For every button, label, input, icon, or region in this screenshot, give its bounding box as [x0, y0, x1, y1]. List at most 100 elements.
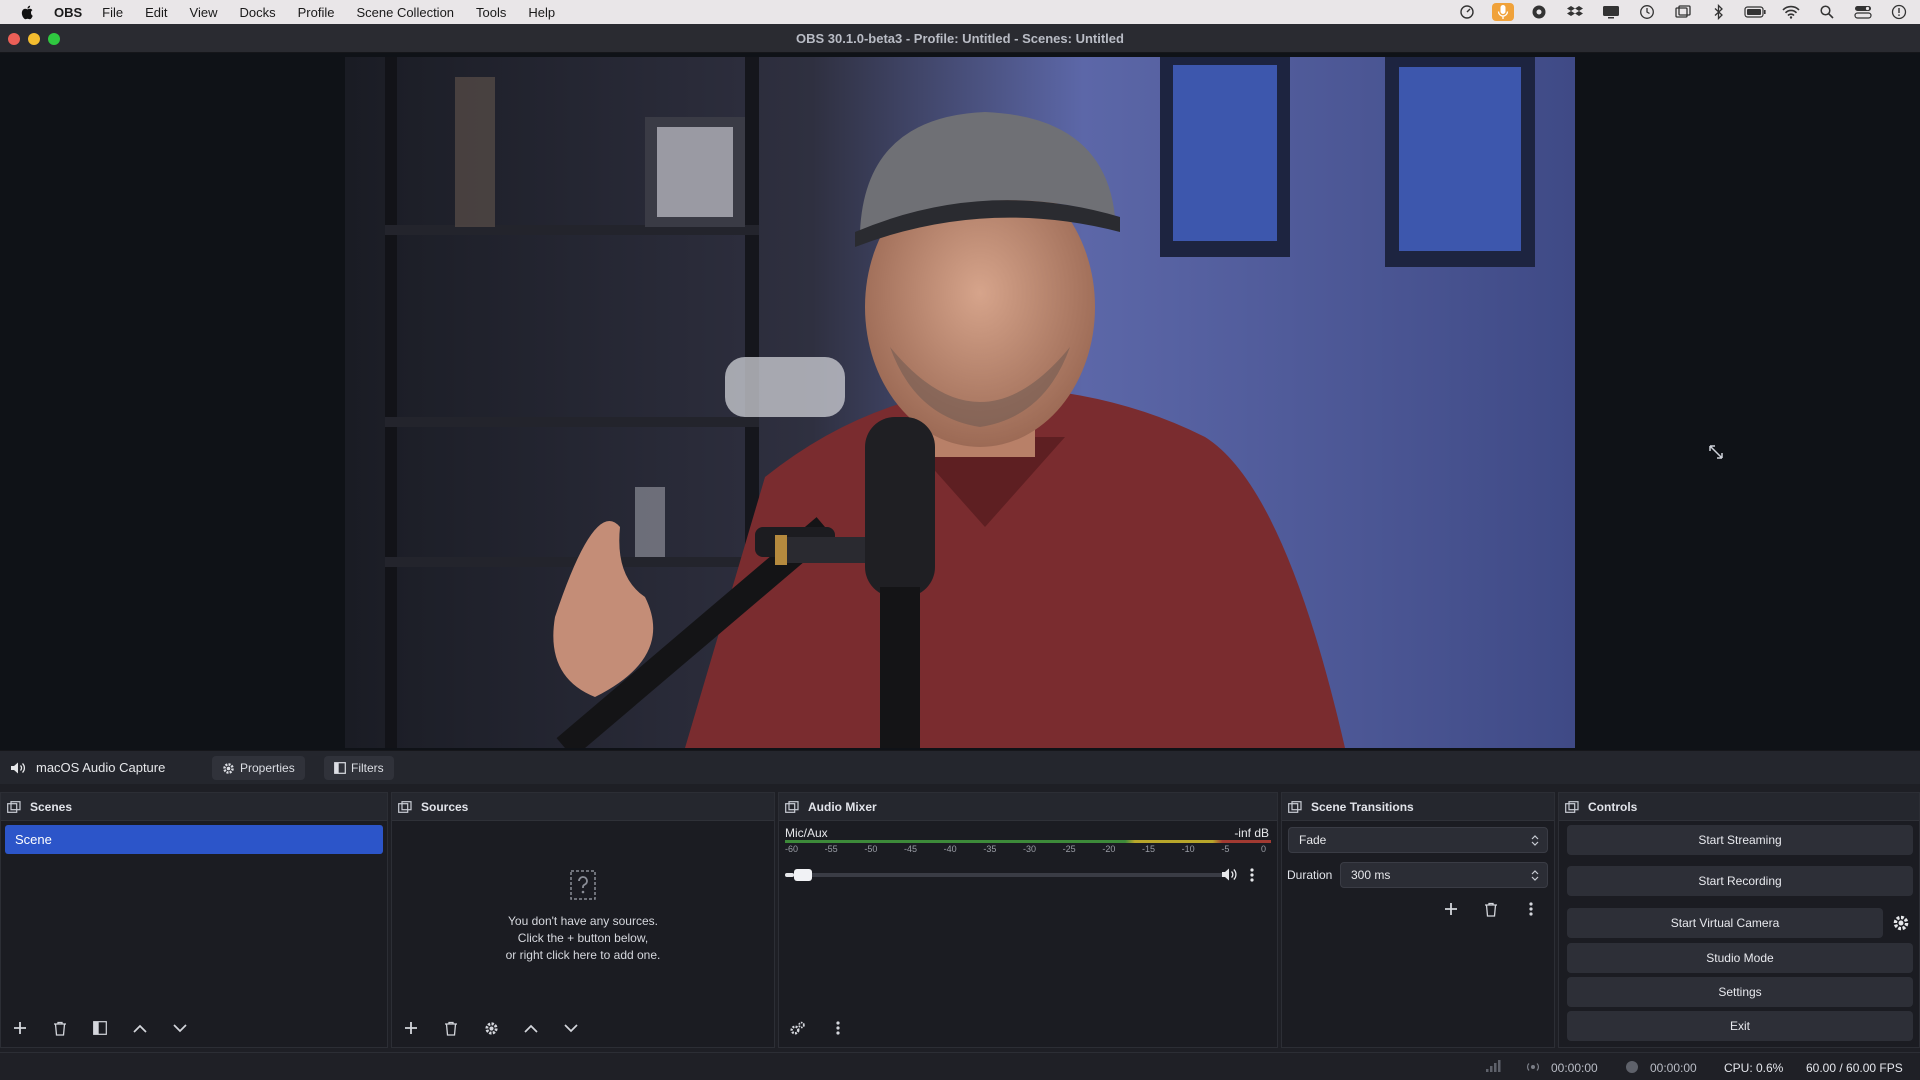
duration-label: Duration	[1287, 868, 1333, 882]
properties-button[interactable]: Properties	[212, 756, 305, 780]
sources-empty-state[interactable]: You don't have any sources. Click the + …	[392, 869, 774, 964]
remove-transition-button[interactable]	[1478, 896, 1504, 922]
plus-icon	[14, 1022, 26, 1034]
meter-scale: -60 -55 -50 -45 -40 -35 -30 -25 -20 -15 -10 -5 0	[785, 842, 1271, 856]
question-icon	[569, 869, 597, 901]
windows-icon[interactable]	[1672, 3, 1694, 21]
transition-menu-button[interactable]	[1518, 896, 1544, 922]
menu-help[interactable]: Help	[528, 5, 555, 20]
duration-value: 300 ms	[1351, 868, 1391, 882]
meter-scale-tick: -10	[1181, 844, 1195, 854]
dock-float-icon[interactable]	[398, 800, 412, 813]
status-bar: 00:00:00 00:00:00 CPU: 0.6% 60.00 / 60.0…	[0, 1052, 1920, 1080]
transition-select-value: Fade	[1299, 833, 1327, 847]
start-virtual-camera-button[interactable]: Start Virtual Camera	[1567, 908, 1883, 938]
apple-icon[interactable]	[20, 4, 36, 20]
remove-source-button[interactable]	[438, 1015, 464, 1041]
menu-edit[interactable]: Edit	[145, 5, 167, 20]
broadcast-icon[interactable]	[1528, 3, 1550, 21]
chevron-down-icon	[173, 1023, 187, 1032]
dropbox-icon[interactable]	[1564, 3, 1586, 21]
menu-scene-collection[interactable]: Scene Collection	[356, 5, 454, 20]
advanced-audio-properties-button[interactable]	[785, 1015, 811, 1041]
volume-slider-fill	[785, 873, 794, 877]
network-strength-icon	[1485, 1059, 1501, 1073]
timer-icon[interactable]	[1456, 3, 1478, 21]
move-source-down-button[interactable]	[558, 1015, 584, 1041]
menu-tools[interactable]: Tools	[476, 5, 506, 20]
add-transition-button[interactable]	[1438, 896, 1464, 922]
add-source-button[interactable]	[398, 1015, 424, 1041]
record-time: 00:00:00	[1650, 1061, 1697, 1075]
menubar-status-icons	[1456, 0, 1910, 24]
battery-icon[interactable]	[1744, 3, 1766, 21]
display-icon[interactable]	[1600, 3, 1622, 21]
chevron-up-icon	[524, 1024, 538, 1033]
scene-filters-button[interactable]	[87, 1015, 113, 1041]
search-icon[interactable]	[1816, 3, 1838, 21]
menu-file[interactable]: File	[102, 5, 123, 20]
audio-mixer-dock-header: Audio Mixer	[779, 793, 1277, 821]
source-context-bar: macOS Audio Capture Properties Filters	[0, 750, 1920, 784]
dock-float-icon[interactable]	[1288, 800, 1302, 813]
transition-select[interactable]: Fade	[1288, 827, 1548, 853]
trash-icon	[445, 1021, 457, 1036]
kebab-menu-icon	[1529, 902, 1533, 916]
remove-scene-button[interactable]	[47, 1015, 73, 1041]
wifi-icon[interactable]	[1780, 3, 1802, 21]
resize-cursor-icon	[1708, 444, 1724, 460]
start-streaming-button[interactable]: Start Streaming	[1567, 825, 1913, 855]
filters-button[interactable]: Filters	[324, 756, 394, 780]
move-scene-down-button[interactable]	[167, 1015, 193, 1041]
dock-float-icon[interactable]	[1565, 800, 1579, 813]
dock-float-icon[interactable]	[7, 800, 21, 813]
menu-profile[interactable]: Profile	[298, 5, 335, 20]
menu-docks[interactable]: Docks	[239, 5, 275, 20]
mixer-channel-menu-button[interactable]	[1249, 867, 1255, 883]
meter-scale-tick: -45	[904, 844, 918, 854]
virtual-camera-settings-button[interactable]	[1892, 914, 1910, 932]
notification-icon[interactable]	[1888, 3, 1910, 21]
start-recording-button[interactable]: Start Recording	[1567, 866, 1913, 896]
menu-app-name[interactable]: OBS	[54, 5, 82, 20]
scene-transitions-dock-header: Scene Transitions	[1282, 793, 1554, 821]
bluetooth-icon[interactable]	[1708, 3, 1730, 21]
controls-title: Controls	[1588, 799, 1638, 814]
duration-spinbox[interactable]: 300 ms	[1340, 862, 1548, 888]
properties-label: Properties	[240, 761, 295, 775]
move-source-up-button[interactable]	[518, 1015, 544, 1041]
meter-scale-tick: -55	[824, 844, 838, 854]
filters-icon	[334, 762, 346, 774]
selected-source: macOS Audio Capture	[10, 760, 165, 775]
filters-icon	[93, 1021, 107, 1035]
move-scene-up-button[interactable]	[127, 1015, 153, 1041]
volume-slider-handle[interactable]	[793, 869, 812, 881]
scenes-toolbar	[7, 1015, 193, 1041]
studio-mode-button[interactable]: Studio Mode	[1567, 943, 1913, 973]
microphone-icon[interactable]	[1492, 3, 1514, 21]
source-properties-button[interactable]	[478, 1015, 504, 1041]
mixer-channel-name: Mic/Aux	[785, 826, 828, 840]
window-title: OBS 30.1.0-beta3 - Profile: Untitled - S…	[796, 31, 1124, 46]
volume-slider[interactable]	[785, 869, 1225, 881]
program-preview[interactable]	[345, 57, 1575, 748]
sources-title: Sources	[421, 799, 469, 814]
mixer-channel-level: -inf dB	[1234, 826, 1269, 840]
settings-button[interactable]: Settings	[1567, 977, 1913, 1007]
scene-list-item[interactable]: Scene	[5, 825, 383, 854]
exit-button[interactable]: Exit	[1567, 1011, 1913, 1041]
menu-view[interactable]: View	[190, 5, 218, 20]
control-center-icon[interactable]	[1852, 3, 1874, 21]
dock-float-icon[interactable]	[785, 800, 799, 813]
controls-dock: Controls Start Streaming Start Recording…	[1558, 792, 1920, 1048]
meter-scale-tick: -40	[943, 844, 957, 854]
streaming-status-icon	[1526, 1062, 1540, 1072]
mixer-menu-button[interactable]	[825, 1015, 851, 1041]
meter-scale-tick: -50	[864, 844, 878, 854]
updown-chevron-icon[interactable]	[1531, 869, 1539, 882]
mute-button[interactable]	[1221, 867, 1238, 882]
add-scene-button[interactable]	[7, 1015, 33, 1041]
clock-icon[interactable]	[1636, 3, 1658, 21]
cpu-usage: CPU: 0.6%	[1724, 1061, 1784, 1075]
meter-scale-tick: -20	[1102, 844, 1116, 854]
